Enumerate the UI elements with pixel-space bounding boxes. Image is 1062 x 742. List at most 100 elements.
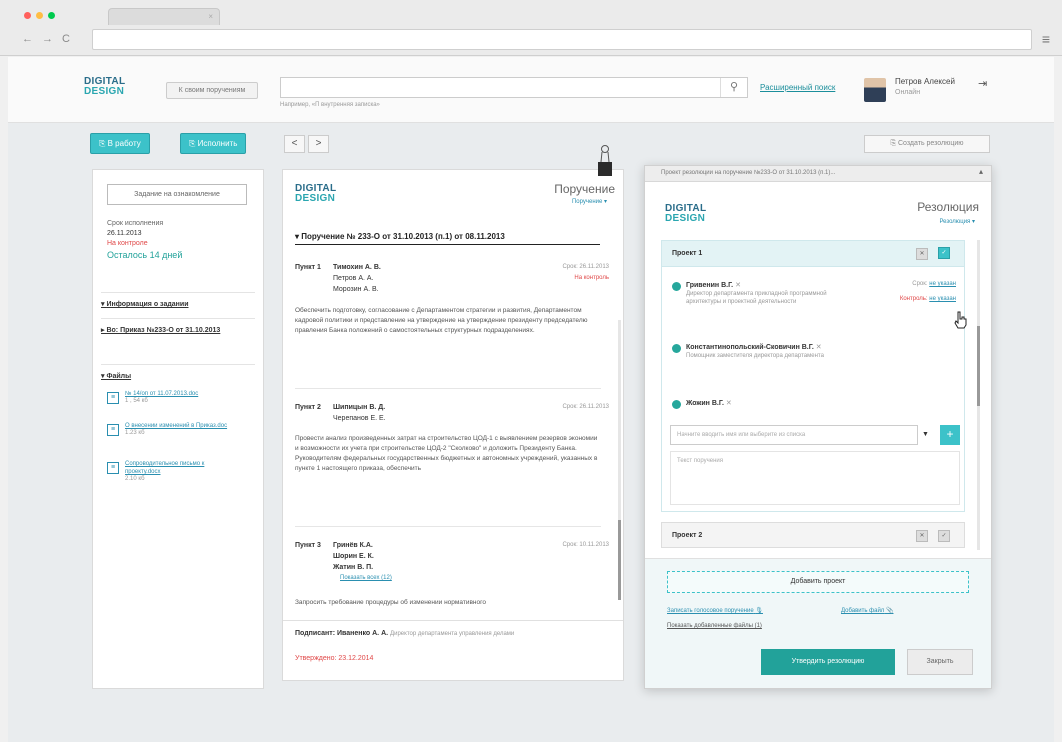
task-type-button[interactable]: Задание на ознакомление [107, 184, 247, 205]
res-type: Резолюция [917, 200, 979, 214]
point-person[interactable]: Черепанов Е. Е. [333, 415, 386, 422]
assignment-text-input[interactable]: Текст поручения [670, 451, 960, 505]
divider [295, 526, 601, 527]
point-text: Обеспечить подготовку, согласование с Де… [295, 307, 588, 334]
doc-title[interactable]: ▾ Поручение № 233-О от 31.10.2013 (п.1) … [295, 232, 505, 241]
executor-name[interactable]: Гривенин В.Г. [686, 282, 733, 289]
section-files[interactable]: ▾ Файлы [101, 372, 131, 380]
due-link[interactable]: не указан [929, 281, 956, 287]
logout-icon[interactable]: ⇥ [978, 77, 987, 90]
add-executor-button[interactable]: + [940, 425, 960, 445]
task-info-panel: Задание на ознакомление Срок исполнения … [92, 169, 264, 689]
add-project-button[interactable]: Добавить проект [667, 571, 969, 593]
point-person[interactable]: Шорин Е. К. [333, 553, 374, 560]
record-voice-link[interactable]: Записать голосовое поручение 🎙 [667, 607, 763, 614]
prev-page-button[interactable]: < [284, 135, 305, 153]
maximize-window-button[interactable] [48, 12, 55, 19]
file-name[interactable]: Сопроводительное письмо к проекту.docx [125, 460, 237, 476]
dropdown-arrow-icon[interactable]: ▼ [922, 431, 929, 438]
executor-name[interactable]: Константинопольский-Сковичин В.Г. [686, 344, 814, 351]
executor-item[interactable]: Константинопольский-Сковичин В.Г. ✕ Помощ… [672, 343, 836, 360]
my-tasks-button[interactable]: К своим поручениям [166, 82, 258, 99]
app-logo[interactable]: DIGITAL DESIGN [84, 77, 125, 97]
execute-button[interactable]: ⎘ Исполнить [180, 133, 247, 154]
save-icon[interactable]: ✓ [938, 247, 950, 259]
file-item[interactable]: ≡ Сопроводительное письмо к проекту.docx… [107, 460, 237, 482]
executor-item[interactable]: Жожин В.Г. ✕ [672, 399, 732, 409]
executor-name[interactable]: Жожин В.Г. [686, 400, 724, 407]
approved-date: Утверждено: 23.12.2014 [295, 655, 374, 662]
add-file-link[interactable]: Добавить файл 📎 [841, 607, 893, 614]
doc-scroll-thumb[interactable] [618, 520, 621, 600]
user-avatar[interactable] [864, 78, 886, 102]
file-item[interactable]: ≡ № 14/оп от 11.07.2013.doc 1 , 54 кб [107, 390, 237, 404]
search-hint: Например, «П внутренняя записка» [280, 102, 380, 108]
to-work-button[interactable]: ⎘ В работу [90, 133, 150, 154]
point-label: Пункт 3 [295, 542, 321, 549]
point-person[interactable]: Шипицын В. Д. [333, 404, 385, 411]
next-page-button[interactable]: > [308, 135, 329, 153]
project-title: Проект 1 [672, 250, 703, 257]
file-item[interactable]: ≡ О внесении изменений в Приказ.doc 1.23 … [107, 422, 237, 436]
point-person[interactable]: Гринёв К.А. [333, 542, 373, 549]
point-person[interactable]: Морозин А. В. [333, 286, 379, 293]
remove-executor-icon[interactable]: ✕ [735, 282, 741, 289]
user-name[interactable]: Петров Алексей [895, 77, 955, 86]
address-bar[interactable] [92, 29, 1032, 50]
executor-role: Помощник заместителя директора департаме… [686, 353, 824, 359]
point-person[interactable]: Петров А. А. [333, 275, 374, 282]
section-info[interactable]: ▾ Информация о задании [101, 300, 189, 308]
file-size: 1.23 кб [125, 430, 145, 436]
logo-line2: DESIGN [295, 193, 336, 204]
executor-input[interactable]: Начните вводить имя или выберите из спис… [670, 425, 918, 445]
search-icon[interactable]: ⚲ [720, 78, 747, 97]
doc-type: Поручение [554, 182, 615, 196]
browser-menu-icon[interactable]: ≡ [1042, 31, 1050, 47]
paperclip-icon: 📎 [885, 608, 894, 614]
remove-executor-icon[interactable]: ✕ [726, 400, 732, 407]
tab-close-icon[interactable]: × [208, 12, 213, 21]
executor-item[interactable]: Гривенин В.Г. ✕ Директор департамента при… [672, 281, 836, 306]
executor-due: Срок: не указан [912, 281, 956, 287]
add-file-label: Добавить файл [841, 608, 885, 614]
search-input[interactable] [280, 77, 748, 98]
show-files-link[interactable]: Показать добавленные файлы (1) [667, 623, 762, 629]
project-2[interactable]: Проект 2 ✕ ✓ [661, 522, 965, 548]
section-order[interactable]: ▸ Во: Приказ №233-О от 31.10.2013 [101, 326, 231, 336]
reload-icon[interactable]: C [62, 33, 70, 45]
minimize-window-button[interactable] [36, 12, 43, 19]
close-window-button[interactable] [24, 12, 31, 19]
app-header: DIGITAL DESIGN К своим поручениям ⚲ Напр… [8, 57, 1054, 123]
file-name[interactable]: О внесении изменений в Приказ.doc [125, 422, 237, 430]
resolution-scroll-thumb[interactable] [977, 326, 980, 406]
doc-type-dropdown[interactable]: Поручение ▾ [572, 198, 607, 205]
save-icon[interactable]: ✓ [938, 530, 950, 542]
point-label: Пункт 2 [295, 404, 321, 411]
point-due: Срок: 26.11.2013 [562, 264, 609, 270]
back-icon[interactable]: ← [22, 33, 33, 45]
collapse-icon[interactable]: ▴ [979, 167, 983, 176]
delete-icon[interactable]: ✕ [916, 530, 928, 542]
remove-executor-icon[interactable]: ✕ [816, 344, 822, 351]
document-panel: DIGITAL DESIGN Поручение Поручение ▾ ▾ П… [282, 169, 624, 681]
point-person[interactable]: Тимохин А. В. [333, 264, 381, 271]
delete-icon[interactable]: ✕ [916, 248, 928, 260]
file-icon: ≡ [107, 462, 119, 474]
control-link[interactable]: не указан [929, 296, 956, 302]
create-resolution-button[interactable]: ⎘ Создать резолюцию [864, 135, 990, 153]
divider [295, 388, 601, 389]
project-1-header[interactable]: Проект 1 ✕ ✓ [662, 241, 964, 267]
show-all-link[interactable]: Показать всех (12) [340, 575, 392, 581]
approve-resolution-button[interactable]: Утвердить резолюцию [761, 649, 895, 675]
forward-icon[interactable]: → [42, 33, 53, 45]
advanced-search-link[interactable]: Расширенный поиск [760, 83, 835, 92]
close-button[interactable]: Закрыть [907, 649, 973, 675]
browser-tab[interactable]: × [108, 8, 220, 25]
section-info-label: Информация о задании [106, 301, 189, 308]
signer-line: Подписант: Иваненко А. А. Директор депар… [295, 629, 611, 639]
doc-footer: Подписант: Иваненко А. А. Директор депар… [283, 620, 623, 680]
file-name[interactable]: № 14/оп от 11.07.2013.doc [125, 390, 237, 398]
resolution-panel: Проект резолюции на поручение №233-О от … [644, 165, 992, 689]
point-person[interactable]: Жатин В. П. [333, 564, 373, 571]
res-type-dropdown[interactable]: Резолюция ▾ [939, 218, 975, 225]
